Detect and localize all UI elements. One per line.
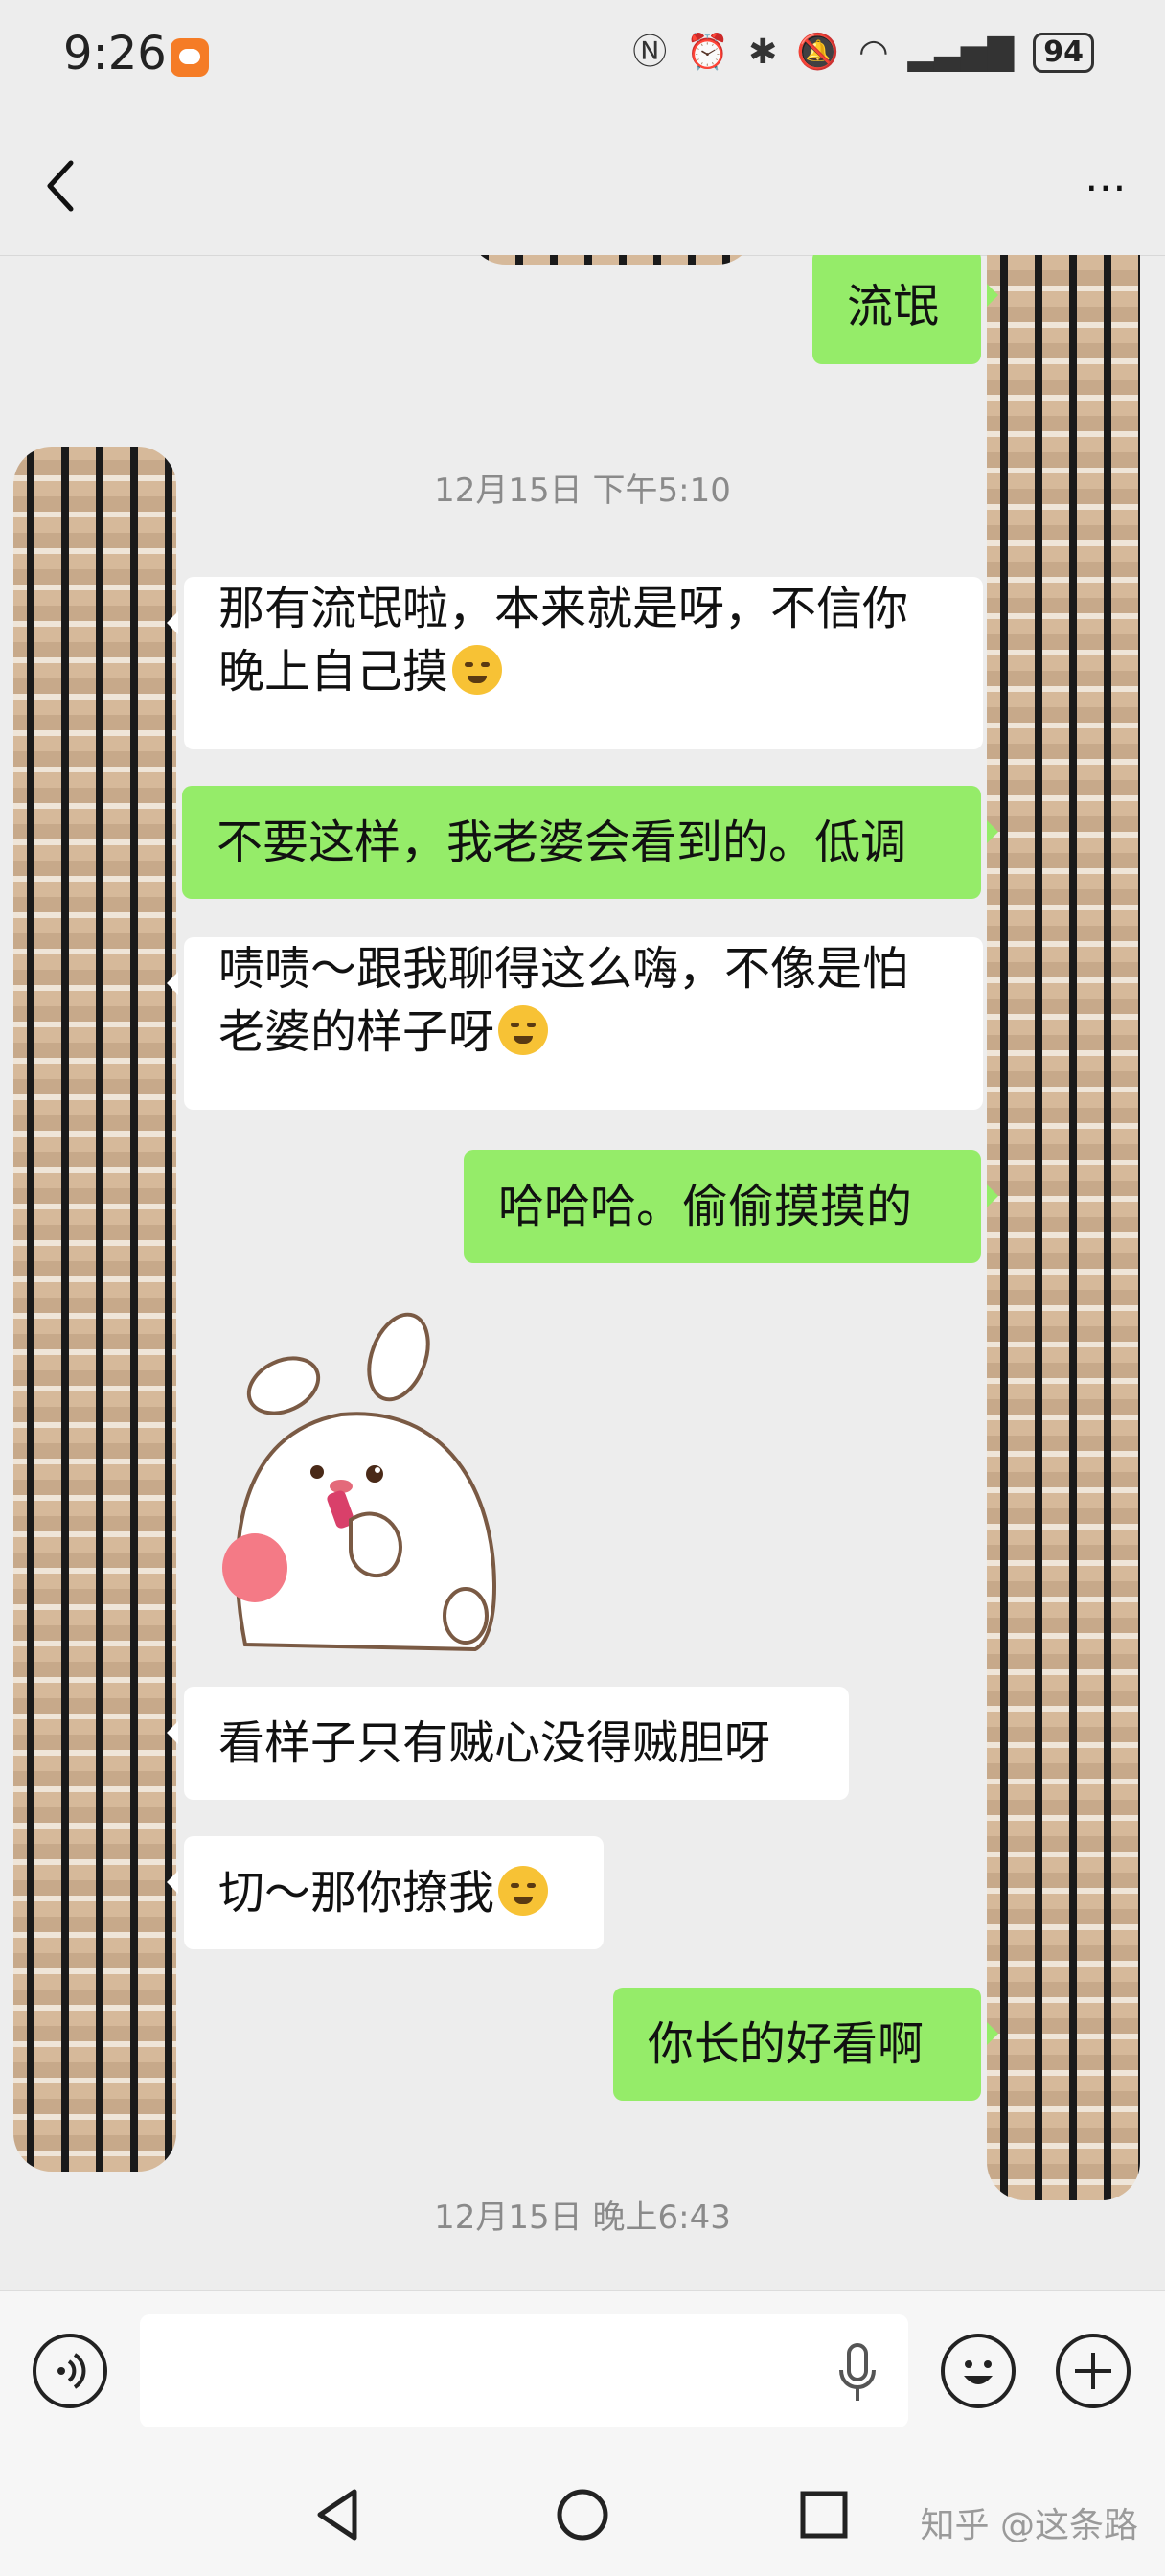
- laugh-cry-face-icon: [498, 1005, 549, 1055]
- system-icons: Ⓝ ⏰ ✱ 🔕 ◠ ▂▃▅▇ 94: [632, 33, 1094, 73]
- chevron-left-icon: [47, 160, 74, 212]
- emoji-icon: [964, 2360, 993, 2384]
- chat-area[interactable]: 流氓 12月15日 下午5:10 那有流氓啦，本来就是呀，不信你 晚上自己摸 不…: [0, 255, 1165, 2290]
- wifi-icon: ◠: [858, 33, 889, 72]
- redaction-overlay-left: [13, 447, 176, 2172]
- message-text: 哈哈哈。偷偷摸摸的: [498, 1180, 913, 1233]
- message-text: 你长的好看啊: [648, 2017, 925, 2071]
- circle-home-icon: [557, 2489, 608, 2541]
- message-timestamp: 12月15日 下午5:10: [434, 472, 731, 510]
- message-text: 看样子只有贼心没得贼胆呀: [218, 1716, 771, 1770]
- laugh-cry-face-icon: [498, 1866, 549, 1916]
- square-recents-icon: [800, 2491, 848, 2539]
- message-text: 不要这样，我老婆会看到的。低调: [217, 816, 907, 869]
- mic-icon[interactable]: [834, 2339, 881, 2406]
- nfc-icon: Ⓝ: [632, 33, 668, 72]
- message-text: 切～那你撩我: [218, 1866, 495, 1920]
- app-notification-icon: [171, 38, 209, 77]
- back-button[interactable]: [42, 157, 80, 215]
- message-bubble-outgoing[interactable]: 哈哈哈。偷偷摸摸的: [464, 1150, 998, 1263]
- watermark-text: 知乎 @这条路: [920, 2506, 1138, 2545]
- voice-icon: [57, 2353, 86, 2389]
- more-button[interactable]: ⋯: [1085, 163, 1127, 212]
- plus-icon: [1075, 2353, 1111, 2389]
- bunny-lipstick-sticker[interactable]: [207, 1300, 533, 1654]
- triangle-back-icon: [317, 2489, 357, 2541]
- input-bar: [0, 2290, 1165, 2450]
- signal-icon: ▂▃▅▇: [907, 33, 1015, 72]
- system-nav-bar: 知乎 @这条路: [0, 2450, 1165, 2576]
- message-bubble-incoming[interactable]: 看样子只有贼心没得贼胆呀: [167, 1687, 849, 1800]
- nav-home-button[interactable]: [552, 2484, 613, 2545]
- message-input[interactable]: [140, 2314, 908, 2427]
- mute-icon: 🔕: [796, 33, 840, 72]
- alarm-icon: ⏰: [686, 33, 730, 72]
- message-bubble-outgoing[interactable]: 流氓: [812, 255, 998, 364]
- message-bubble-incoming[interactable]: 啧啧～跟我聊得这么嗨，不像是怕 老婆的样子呀: [167, 937, 983, 1110]
- nav-back-button[interactable]: [308, 2484, 370, 2545]
- emoji-button[interactable]: [941, 2334, 1016, 2408]
- plus-button[interactable]: [1056, 2334, 1131, 2408]
- message-bubble-incoming[interactable]: 切～那你撩我: [167, 1836, 604, 1949]
- message-timestamp: 12月15日 晚上6:43: [434, 2198, 731, 2237]
- message-bubble-outgoing[interactable]: 不要这样，我老婆会看到的。低调: [182, 786, 998, 899]
- message-bubble-outgoing[interactable]: 你长的好看啊: [613, 1988, 998, 2101]
- chat-header: ⋯: [0, 115, 1165, 256]
- nav-recents-button[interactable]: [793, 2484, 855, 2545]
- status-bar: 9:26 Ⓝ ⏰ ✱ 🔕 ◠ ▂▃▅▇ 94: [0, 0, 1165, 115]
- battery-indicator: 94: [1033, 33, 1094, 73]
- bluetooth-icon: ✱: [748, 33, 778, 72]
- voice-button[interactable]: [33, 2334, 107, 2408]
- more-dots-icon: ⋯: [1085, 163, 1127, 212]
- redaction-overlay-title: [468, 255, 755, 264]
- message-text: 啧啧～跟我聊得这么嗨，不像是怕 老婆的样子呀: [218, 942, 909, 1059]
- redaction-overlay-right: [987, 255, 1140, 2200]
- message-bubble-incoming[interactable]: 那有流氓啦，本来就是呀，不信你 晚上自己摸: [167, 577, 983, 749]
- status-time: 9:26: [63, 27, 167, 80]
- message-text: 那有流氓啦，本来就是呀，不信你 晚上自己摸: [218, 582, 909, 699]
- message-text: 流氓: [847, 280, 940, 334]
- shush-face-icon: [452, 645, 503, 695]
